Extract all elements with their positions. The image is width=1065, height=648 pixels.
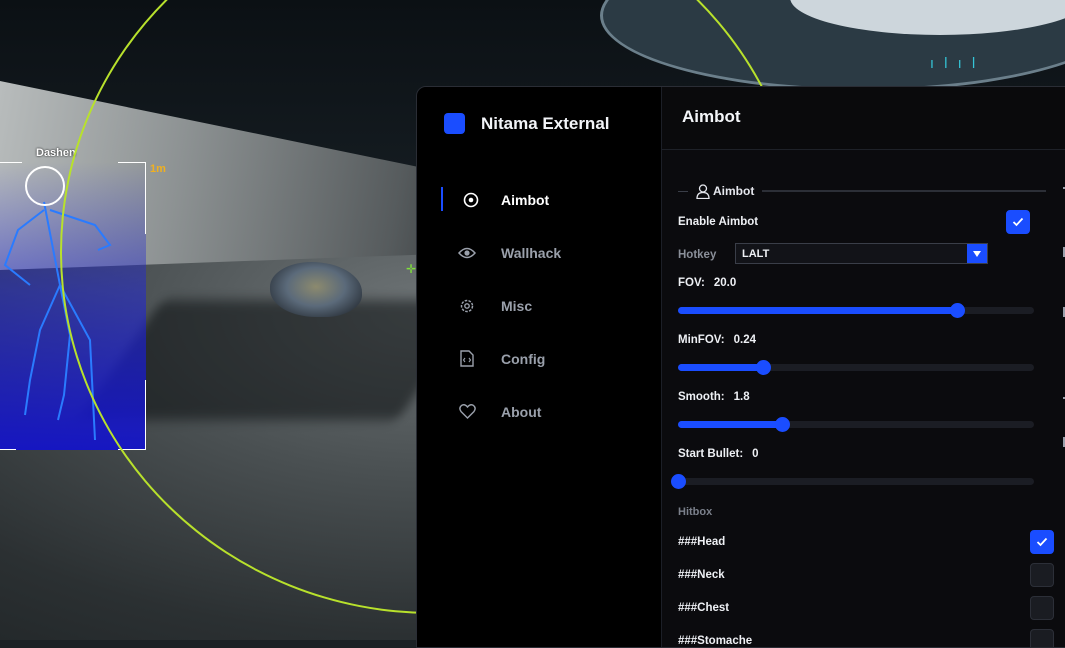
- slider-value: 20.0: [714, 277, 736, 289]
- file-code-icon: [457, 349, 477, 369]
- check-icon: [1012, 217, 1024, 227]
- sidebar-item-label: Config: [501, 351, 545, 367]
- slider-smooth: Smooth: 1.8: [678, 385, 1046, 442]
- brand: Nitama External: [444, 113, 610, 134]
- sidebar-item-config[interactable]: Config: [417, 332, 661, 385]
- slider-value: 0.24: [734, 334, 756, 346]
- esp-player-name: Dashen: [36, 147, 76, 159]
- chevron-down-icon[interactable]: [967, 244, 987, 263]
- sidebar-item-wallhack[interactable]: Wallhack: [417, 226, 661, 279]
- smooth-slider[interactable]: [678, 409, 1046, 442]
- sidebar-item-label: Aimbot: [501, 192, 549, 208]
- gear-icon: [457, 296, 477, 316]
- aimbot-panel: Aimbot Enable Aimbot Hotkey LALT: [678, 177, 1046, 648]
- brand-name: Nitama External: [481, 114, 610, 134]
- start-bullet-slider[interactable]: [678, 466, 1046, 499]
- slider-start-bullet: Start Bullet: 0: [678, 442, 1046, 499]
- slider-thumb[interactable]: [950, 303, 965, 318]
- hitbox-row-head: ###Head: [678, 525, 1046, 558]
- slider-thumb[interactable]: [671, 474, 686, 489]
- hitbox-row-chest: ###Chest: [678, 591, 1046, 624]
- hotkey-label: Hotkey: [678, 249, 716, 261]
- slider-fov: FOV: 20.0: [678, 271, 1046, 328]
- heart-icon: [457, 402, 477, 422]
- group-header: Aimbot: [678, 177, 1046, 205]
- group-title: Aimbot: [713, 184, 754, 198]
- crosshair-icon: ✛: [406, 262, 416, 272]
- hitbox-chest-checkbox[interactable]: [1030, 596, 1054, 620]
- hotkey-select[interactable]: LALT: [735, 243, 988, 264]
- building-lights: ılıl: [930, 56, 986, 72]
- check-icon: [1036, 537, 1048, 547]
- enable-aimbot-label: Enable Aimbot: [678, 216, 758, 228]
- hitbox-row-stomache: ###Stomache: [678, 624, 1046, 648]
- hitbox-section-label: Hitbox: [678, 499, 1046, 525]
- sidebar: Nitama External Aimbot Wallhack Mi: [417, 87, 662, 647]
- slider-thumb[interactable]: [756, 360, 771, 375]
- slider-label: Smooth:: [678, 391, 725, 403]
- sidebar-item-label: Misc: [501, 298, 532, 314]
- sidebar-item-misc[interactable]: Misc: [417, 279, 661, 332]
- fov-slider[interactable]: [678, 295, 1046, 328]
- slider-minfov: MinFOV: 0.24: [678, 328, 1046, 385]
- enable-aimbot-row: Enable Aimbot: [678, 205, 1046, 238]
- enable-aimbot-checkbox[interactable]: [1006, 210, 1030, 234]
- sidebar-item-aimbot[interactable]: Aimbot: [417, 173, 661, 226]
- brand-logo: [444, 113, 465, 134]
- hitbox-label: ###Head: [678, 536, 725, 548]
- hitbox-stomache-checkbox[interactable]: [1030, 629, 1054, 648]
- hotkey-row: Hotkey LALT: [678, 238, 1046, 271]
- sidebar-item-about[interactable]: About: [417, 385, 661, 438]
- hitbox-label: ###Stomache: [678, 635, 752, 647]
- sidebar-item-label: Wallhack: [501, 245, 561, 261]
- hotkey-value: LALT: [742, 248, 769, 260]
- page-title: Aimbot: [682, 107, 741, 127]
- user-icon: [696, 184, 710, 199]
- hitbox-neck-checkbox[interactable]: [1030, 563, 1054, 587]
- slider-label: MinFOV:: [678, 334, 725, 346]
- slider-value: 1.8: [734, 391, 750, 403]
- slider-thumb[interactable]: [775, 417, 790, 432]
- slider-value: 0: [752, 448, 758, 460]
- content-area: Aimbot Aimbot Enable Aimbot Hotkey: [662, 87, 1065, 647]
- eye-icon: [457, 243, 477, 263]
- slider-label: Start Bullet:: [678, 448, 743, 460]
- minfov-slider[interactable]: [678, 352, 1046, 385]
- hitbox-row-neck: ###Neck: [678, 558, 1046, 591]
- sidebar-nav: Aimbot Wallhack Misc Config: [417, 173, 661, 438]
- hitbox-label: ###Chest: [678, 602, 729, 614]
- sidebar-item-label: About: [501, 404, 541, 420]
- hitbox-label: ###Neck: [678, 569, 725, 581]
- cheat-menu-window: Nitama External Aimbot Wallhack Mi: [416, 86, 1065, 648]
- content-header: Aimbot: [662, 87, 1065, 150]
- target-icon: [461, 190, 481, 210]
- active-indicator: [441, 187, 443, 211]
- slider-label: FOV:: [678, 277, 705, 289]
- hitbox-head-checkbox[interactable]: [1030, 530, 1054, 554]
